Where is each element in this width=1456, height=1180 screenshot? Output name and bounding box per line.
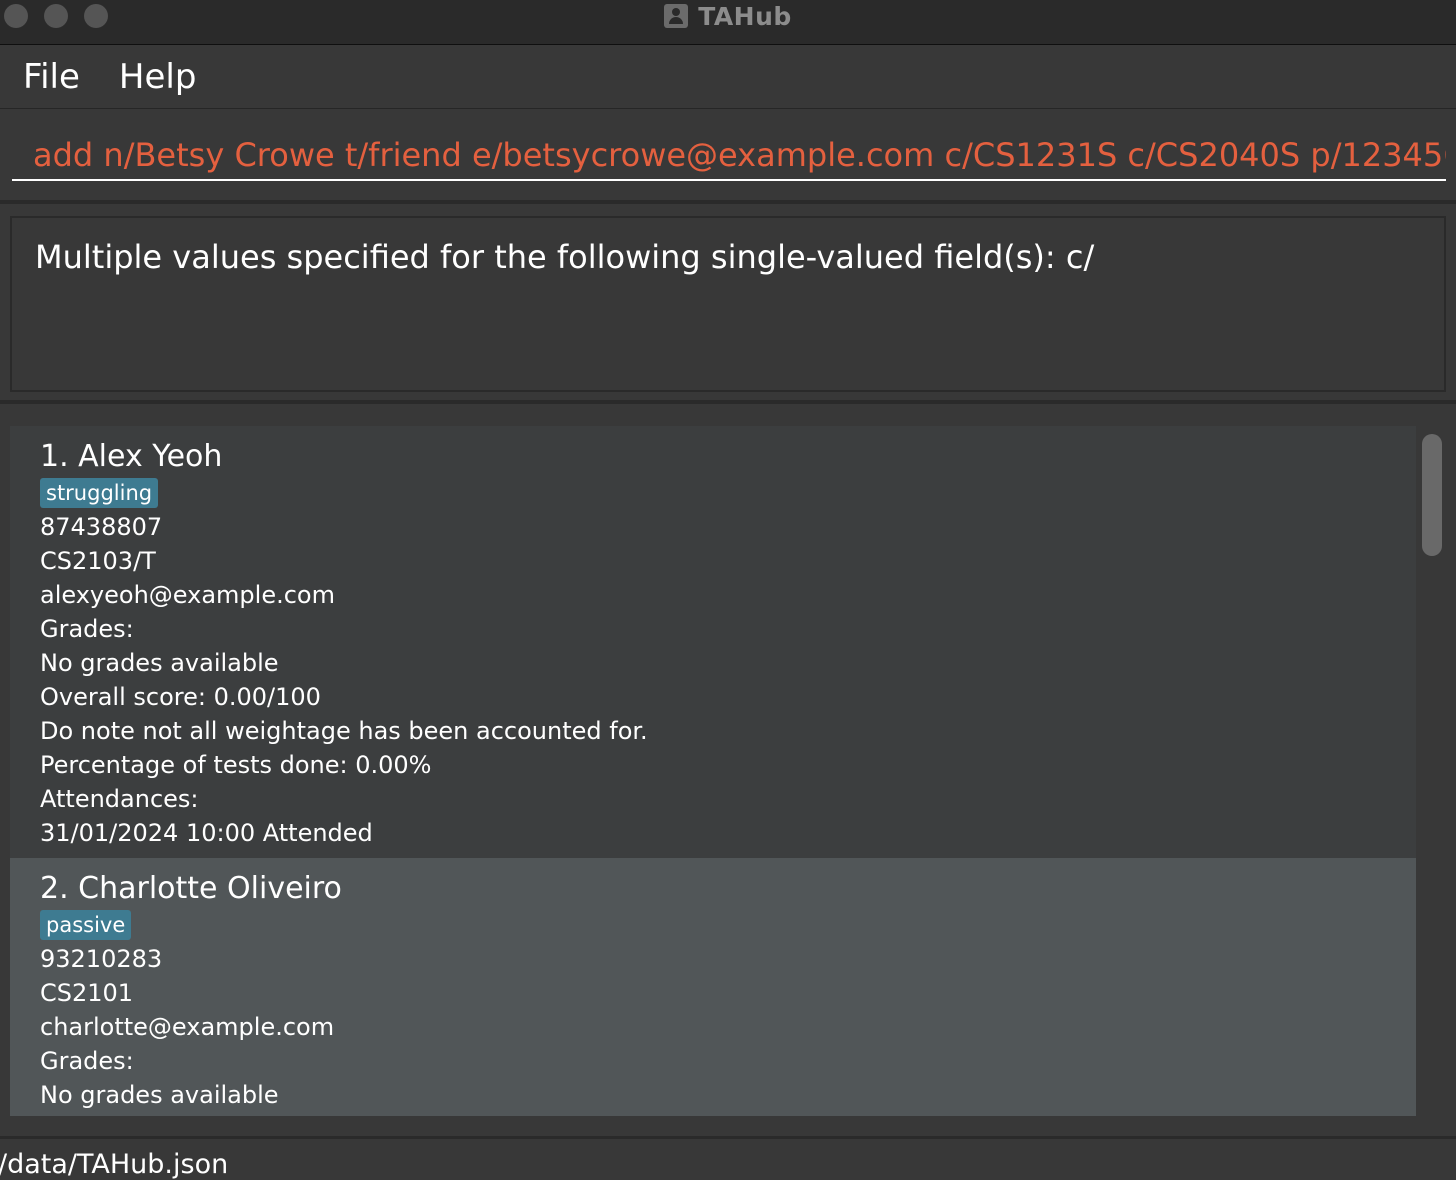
status-bar: /data/TAHub.json [0,1136,1456,1180]
result-display: Multiple values specified for the follow… [10,216,1446,392]
person-card-selected[interactable]: 2. Charlotte Oliveiro passive 93210283 C… [10,858,1416,1116]
scrollbar-thumb[interactable] [1422,434,1442,556]
weightage-note: Do note not all weightage has been accou… [40,717,648,745]
menu-help[interactable]: Help [100,57,217,97]
person-card[interactable]: 1. Alex Yeoh struggling 87438807 CS2103/… [10,426,1416,858]
attendance-entry: 31/01/2024 10:00 Attended [40,819,373,847]
result-display-pane: Multiple values specified for the follow… [0,208,1456,404]
grades-value: No grades available [40,649,279,677]
person-phone: 93210283 [40,945,163,973]
person-list-pane: 1. Alex Yeoh struggling 87438807 CS2103/… [0,408,1456,1136]
person-name: 1. Alex Yeoh [40,439,223,474]
grades-label: Grades: [40,1047,134,1075]
save-location: /data/TAHub.json [0,1149,229,1180]
command-box: add n/Betsy Crowe t/friend e/betsycrowe@… [0,109,1456,204]
person-course: CS2103/T [40,547,156,575]
tests-done: Percentage of tests done: 0.00% [40,751,432,779]
person-tag: passive [40,910,132,940]
person-course: CS2101 [40,979,134,1007]
person-email: alexyeoh@example.com [40,581,335,609]
window-title-text: TAHub [698,1,792,31]
person-email: charlotte@example.com [40,1013,335,1041]
person-list[interactable]: 1. Alex Yeoh struggling 87438807 CS2103/… [10,426,1416,1116]
grades-value: No grades available [40,1081,279,1109]
address-book-icon [664,4,689,28]
grades-label: Grades: [40,615,134,643]
command-input[interactable]: add n/Betsy Crowe t/friend e/betsycrowe@… [12,129,1446,181]
attendance-label: Attendances: [40,785,199,813]
menu-file[interactable]: File [0,57,100,97]
menu-bar: File Help [0,45,1456,109]
person-phone: 87438807 [40,513,163,541]
title-bar: TAHub [0,0,1456,45]
window-title: TAHub [0,0,1456,32]
person-tag: struggling [40,478,159,508]
person-name: 2. Charlotte Oliveiro [40,871,342,906]
overall-score: Overall score: 0.00/100 [40,683,321,711]
